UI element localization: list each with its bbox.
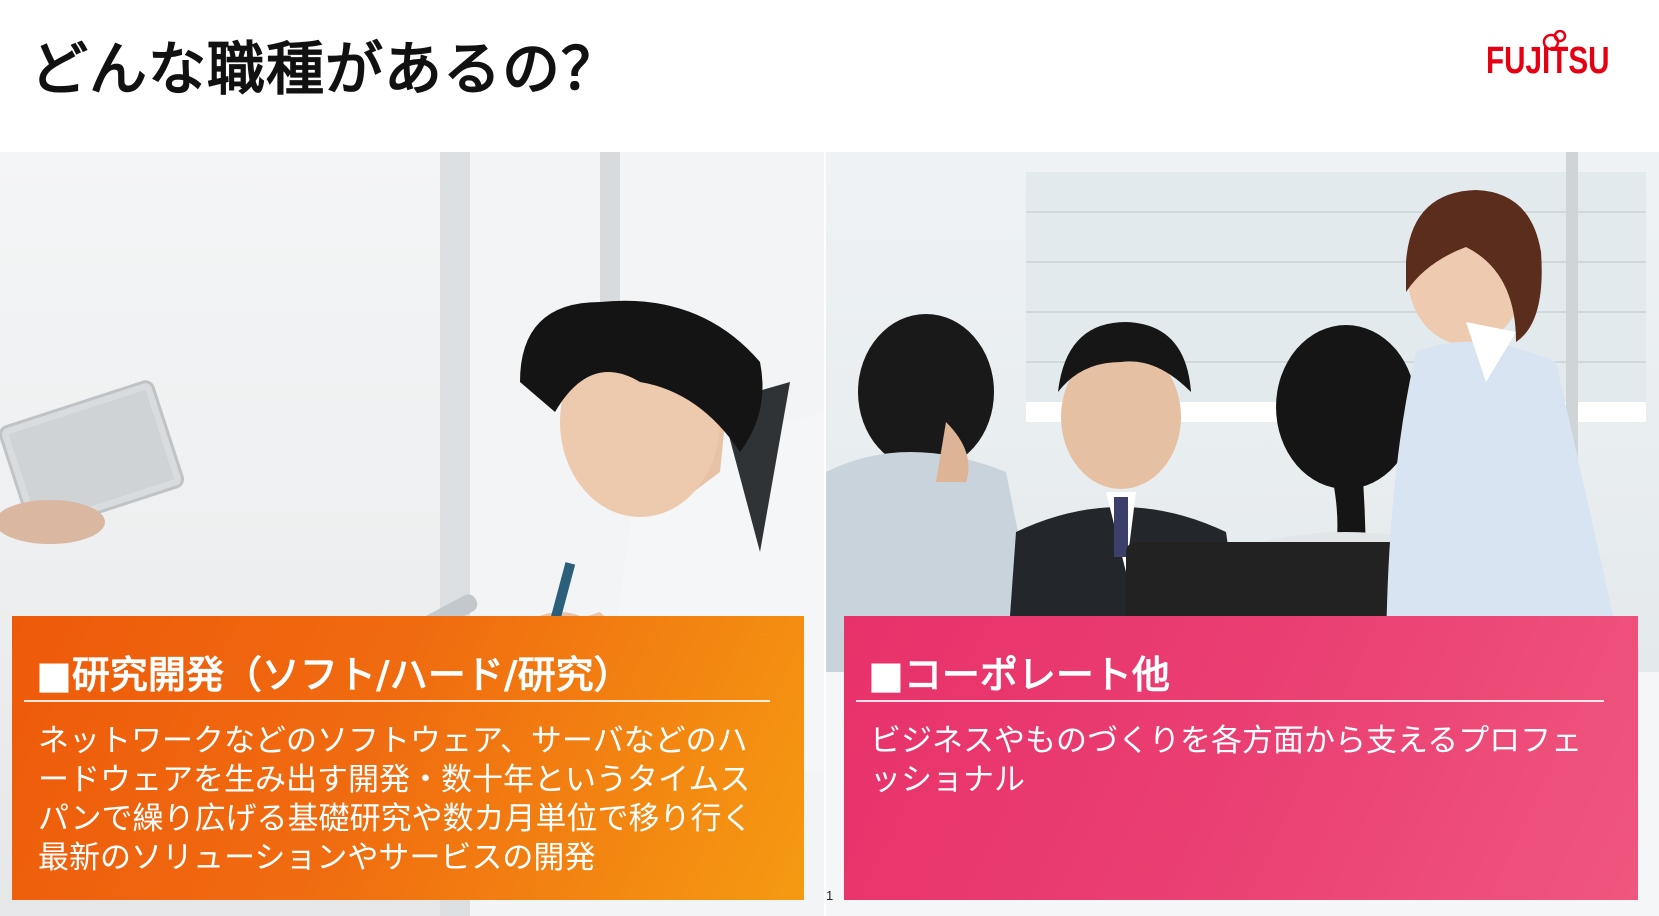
panel-heading: ■コーポレート他 bbox=[868, 653, 1170, 697]
slide-title: どんな職種があるの？ bbox=[30, 35, 621, 103]
panel-divider bbox=[24, 700, 770, 702]
panel-description: ビジネスやものづくりを各方面から支えるプロフェッショナル bbox=[870, 723, 1583, 798]
page-number: 1 bbox=[826, 888, 834, 903]
logo-wordmark: FUJITSU bbox=[1486, 40, 1610, 82]
panel-heading: ■研究開発（ソフト/ハード/研究） bbox=[36, 653, 632, 697]
panel-research-development: ■研究開発（ソフト/ハード/研究） ネットワークなどのソフトウェア、サーバなどの… bbox=[12, 616, 804, 900]
fujitsu-logo: FUJITSU bbox=[1486, 30, 1634, 90]
panel-description: ネットワークなどのソフトウェア、サーバなどのハードウェアを生み出す開発・数十年と… bbox=[38, 723, 753, 876]
panel-corporate: ■コーポレート他 ビジネスやものづくりを各方面から支えるプロフェッショナル bbox=[844, 616, 1638, 900]
panel-divider bbox=[856, 700, 1604, 702]
